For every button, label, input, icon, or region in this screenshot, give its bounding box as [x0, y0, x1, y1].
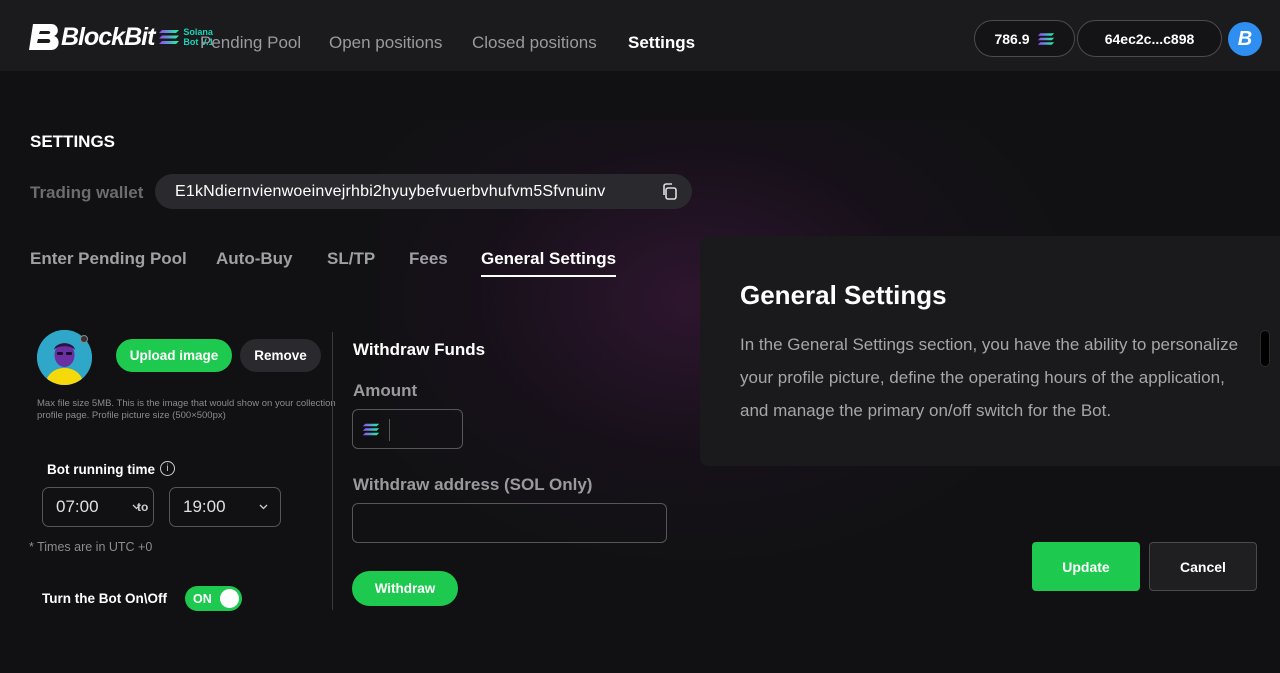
nav-closed-positions[interactable]: Closed positions: [472, 33, 597, 53]
bot-switch-label: Turn the Bot On\Off: [42, 591, 167, 606]
nav-settings[interactable]: Settings: [628, 33, 695, 53]
scrollbar-thumb[interactable]: [1260, 330, 1270, 367]
amount-label: Amount: [353, 381, 418, 400]
nav-pending-pool[interactable]: Pending Pool: [200, 33, 301, 53]
wallet-address-pill[interactable]: 64ec2c...c898: [1077, 20, 1222, 57]
brand-name: BlockBit: [61, 22, 155, 51]
balance-pill[interactable]: 786.9: [974, 20, 1075, 57]
solana-icon: [159, 30, 180, 44]
wallet-short: 64ec2c...c898: [1104, 30, 1195, 47]
page-title: SETTINGS: [30, 132, 116, 151]
active-tab-indicator: [481, 275, 616, 277]
tab-sl-tp[interactable]: SL/TP: [327, 249, 375, 269]
brand-logo[interactable]: BlockBit Solana Bot V.1: [29, 22, 214, 52]
upload-hint: Max file size 5MB. This is the image tha…: [37, 398, 336, 421]
tab-enter-pending-pool[interactable]: Enter Pending Pool: [30, 249, 187, 269]
update-button[interactable]: Update: [1032, 542, 1140, 591]
avatar-letter: B: [1237, 27, 1253, 50]
status-dot: [80, 335, 88, 343]
info-icon[interactable]: i: [160, 461, 175, 476]
balance-value: 786.9: [994, 30, 1030, 47]
info-title: General Settings: [740, 280, 947, 310]
chevron-down-icon: [259, 504, 268, 510]
amount-separator: [389, 419, 390, 441]
utc-note: * Times are in UTC +0: [29, 540, 153, 554]
tab-auto-buy[interactable]: Auto-Buy: [216, 249, 292, 269]
end-time-value: 19:00: [183, 497, 226, 516]
copy-icon[interactable]: [661, 183, 678, 200]
user-avatar[interactable]: B: [1228, 22, 1262, 56]
bot-power-toggle[interactable]: ON: [185, 586, 242, 611]
remove-image-button[interactable]: Remove: [240, 339, 321, 372]
withdraw-address-label: Withdraw address (SOL Only): [353, 475, 593, 494]
end-time-select[interactable]: 19:00: [169, 487, 281, 527]
withdraw-button[interactable]: Withdraw: [352, 571, 458, 606]
info-panel: General Settings In the General Settings…: [700, 236, 1280, 466]
upload-image-button[interactable]: Upload image: [116, 339, 232, 372]
withdraw-funds-title: Withdraw Funds: [353, 340, 486, 359]
trading-wallet-field: E1kNdiernvienwoeinvejrhbi2hyuybefvuerbvh…: [155, 174, 692, 209]
trading-wallet-value: E1kNdiernvienwoeinvejrhbi2hyuybefvuerbvh…: [175, 182, 606, 200]
nav-open-positions[interactable]: Open positions: [329, 33, 442, 53]
solana-icon: [1037, 32, 1054, 45]
bot-running-time-label: Bot running time: [47, 462, 155, 477]
column-divider: [332, 332, 333, 610]
tab-general-settings[interactable]: General Settings: [481, 249, 616, 269]
info-body: In the General Settings section, you hav…: [740, 335, 1239, 420]
cancel-button[interactable]: Cancel: [1149, 542, 1257, 591]
top-navbar: BlockBit Solana Bot V.1 Pending Pool Ope…: [0, 0, 1280, 71]
blockbit-logo-icon: [29, 24, 59, 50]
withdraw-address-input[interactable]: [352, 503, 667, 543]
toggle-state-label: ON: [193, 591, 212, 606]
solana-icon: [362, 423, 380, 436]
time-separator: to: [137, 500, 149, 514]
trading-wallet-label: Trading wallet: [30, 183, 144, 202]
toggle-knob: [220, 589, 239, 608]
tab-fees[interactable]: Fees: [409, 249, 448, 269]
start-time-value: 07:00: [56, 497, 99, 516]
amount-input[interactable]: [352, 409, 463, 449]
